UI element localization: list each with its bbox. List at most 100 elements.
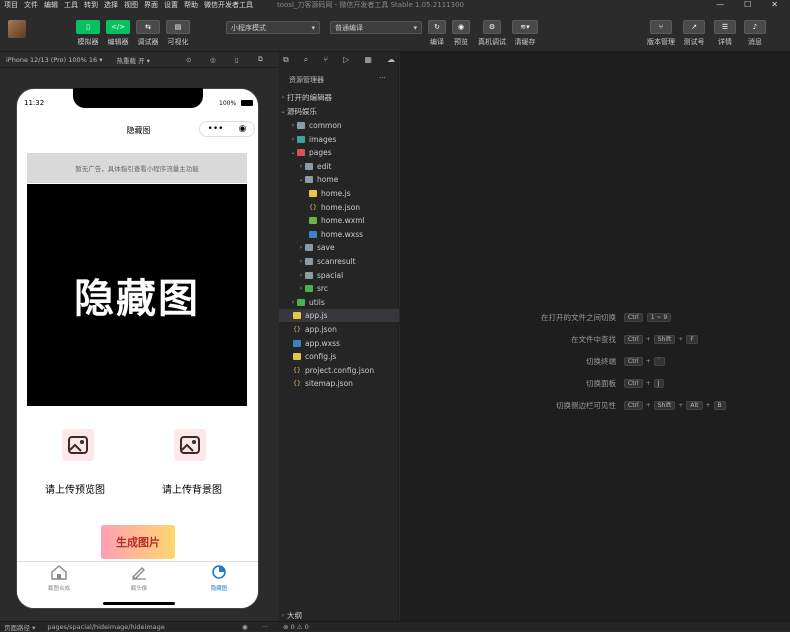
avatar[interactable] [8, 20, 26, 38]
upload-background-button[interactable] [174, 429, 206, 461]
tree-file[interactable]: {} sitemap.json [279, 377, 399, 390]
tree-folder[interactable]: › save [279, 241, 399, 254]
tree-folder[interactable]: › images [279, 133, 399, 146]
debug-icon[interactable]: ▷ [343, 55, 349, 67]
generate-button[interactable]: 生成图片 [101, 525, 175, 559]
tree-file[interactable]: home.wxml [279, 214, 399, 227]
menu-project[interactable]: 项目 [4, 0, 18, 10]
section-label: 大纲 [287, 611, 302, 620]
menu-select[interactable]: 选择 [104, 0, 118, 10]
rotate-icon[interactable]: ⊙ [186, 56, 191, 64]
target-icon[interactable]: ◉ [239, 124, 247, 134]
open-editors-section[interactable]: › 打开的编辑器 [279, 91, 399, 104]
tree-item-label: home [317, 175, 339, 185]
project-section[interactable]: ⌄ 源码娱乐 [279, 105, 399, 118]
status-time: 11:32 [24, 99, 45, 107]
tree-item-label: home.js [321, 189, 351, 198]
tree-file[interactable]: {} project.config.json [279, 364, 399, 377]
more-icon[interactable]: ··· [262, 623, 268, 631]
tree-folder[interactable]: ⌄ pages [279, 146, 399, 159]
tree-folder[interactable]: › scanresult [279, 255, 399, 268]
tree-file[interactable]: {} home.json [279, 201, 399, 214]
tree-file[interactable]: config.js [279, 350, 399, 363]
git-icon[interactable]: ⑂ [323, 55, 328, 67]
visual-button[interactable]: ▤ 可视化 [166, 20, 190, 47]
upload-preview-label[interactable]: 请上传预览图 [45, 481, 145, 496]
mode-select[interactable]: 小程序模式 ▾ [226, 21, 320, 34]
debugger-button[interactable]: ⇆ 调试器 [136, 20, 160, 47]
tab-label: 截图合成 [47, 586, 70, 592]
battery-icon [241, 100, 253, 106]
tree-folder[interactable]: › src [279, 282, 399, 295]
tab-avatar-cut[interactable]: 截头像 [117, 564, 161, 592]
cloud-icon[interactable]: ☁ [387, 55, 395, 67]
tree-file[interactable]: {} app.json [279, 323, 399, 336]
device-select[interactable]: iPhone 12/13 (Pro) 100% 16 ▾ [6, 56, 103, 64]
more-dots-icon[interactable]: ••• [208, 124, 224, 134]
menu-file[interactable]: 文件 [24, 0, 38, 10]
chevron-right-icon: › [299, 285, 303, 293]
search-icon[interactable]: ⌕ [304, 55, 308, 67]
tree-folder[interactable]: › utils [279, 296, 399, 309]
home-indicator [103, 602, 175, 605]
page-path-label[interactable]: 页面路径 ▾ [4, 622, 35, 632]
stop-icon[interactable]: ◎ [210, 56, 216, 64]
tree-folder[interactable]: › spacial [279, 269, 399, 282]
extensions-icon[interactable]: ▦ [364, 55, 372, 67]
banner-image: 隐藏图 [27, 184, 247, 406]
details-button[interactable]: ☰ 详情 [714, 20, 736, 47]
simulator-button[interactable]: ▯ 模拟器 [76, 20, 100, 47]
key-plus: + [678, 402, 684, 409]
editor-button[interactable]: </> 编辑器 [106, 20, 130, 47]
chevron-down-icon: ⌄ [290, 149, 296, 157]
close-icon[interactable]: ✕ [771, 0, 778, 9]
real-debug-button[interactable]: ⚙ 真机调试 [478, 20, 506, 47]
files-icon[interactable]: ⧉ [283, 55, 289, 67]
menu-goto[interactable]: 转到 [84, 0, 98, 10]
tree-item-label: home.wxml [321, 216, 365, 226]
maximize-icon[interactable]: ☐ [744, 0, 751, 9]
shortcut-key: Ctrl [624, 313, 643, 322]
menu-settings[interactable]: 设置 [164, 0, 178, 10]
section-label: 打开的编辑器 [287, 93, 332, 102]
clear-cache-button[interactable]: ≋▾ 清缓存 [512, 20, 538, 47]
test-account-button[interactable]: ↗ 测试号 [683, 20, 705, 47]
hotreload-select[interactable]: 热重载 开 ▾ [117, 55, 150, 65]
compile-button[interactable]: ↻ 编译 [428, 20, 446, 47]
upload-background-label[interactable]: 请上传背景图 [162, 481, 258, 496]
phone-icon: ▯ [76, 20, 100, 34]
tab-screenshot[interactable]: 截图合成 [37, 564, 81, 592]
menu-help[interactable]: 帮助 [184, 0, 198, 10]
menu-interface[interactable]: 界面 [144, 0, 158, 10]
version-button[interactable]: ⑂ 版本管理 [647, 20, 675, 47]
minimize-icon[interactable]: — [716, 0, 724, 9]
shortcut-hint: 切换终端 Ctrl + ` [400, 356, 790, 367]
test-account-label: 测试号 [683, 38, 705, 46]
tree-file[interactable]: home.js [279, 187, 399, 200]
tree-file[interactable]: home.wxss [279, 228, 399, 241]
tree-folder[interactable]: ⌄ home [279, 173, 399, 186]
device-icon: ⚙ [483, 20, 501, 34]
menu-edit[interactable]: 编辑 [44, 0, 58, 10]
menu-view[interactable]: 视图 [124, 0, 138, 10]
menu-tools[interactable]: 工具 [64, 0, 78, 10]
eye-icon[interactable]: ◉ [242, 623, 248, 631]
popout-icon[interactable]: ⧉ [258, 55, 263, 64]
upload-preview-button[interactable] [62, 429, 94, 461]
phone-icon[interactable]: ▯ [235, 56, 239, 64]
tree-file[interactable]: app.js [279, 309, 399, 323]
more-icon[interactable]: ··· [379, 74, 386, 82]
compile-select[interactable]: 普通编译 ▾ [330, 21, 422, 34]
tree-folder[interactable]: › common [279, 119, 399, 132]
menu-wechat-devtools[interactable]: 微信开发者工具 [204, 0, 253, 10]
preview-button[interactable]: ◉ 预览 [452, 20, 470, 47]
page-path[interactable]: pages/spacial/hideimage/hideimage [47, 623, 164, 631]
js-file-icon [293, 353, 301, 361]
folder-icon [305, 162, 313, 170]
messages-button[interactable]: ♪ 消息 [744, 20, 766, 47]
tab-hidden-image[interactable]: 隐藏图 [197, 564, 241, 592]
tree-folder[interactable]: › edit [279, 160, 399, 173]
error-count[interactable]: ⊗ 0 ⚠ 0 [283, 623, 309, 631]
tree-file[interactable]: app.wxss [279, 337, 399, 350]
real-debug-label: 真机调试 [478, 38, 506, 46]
